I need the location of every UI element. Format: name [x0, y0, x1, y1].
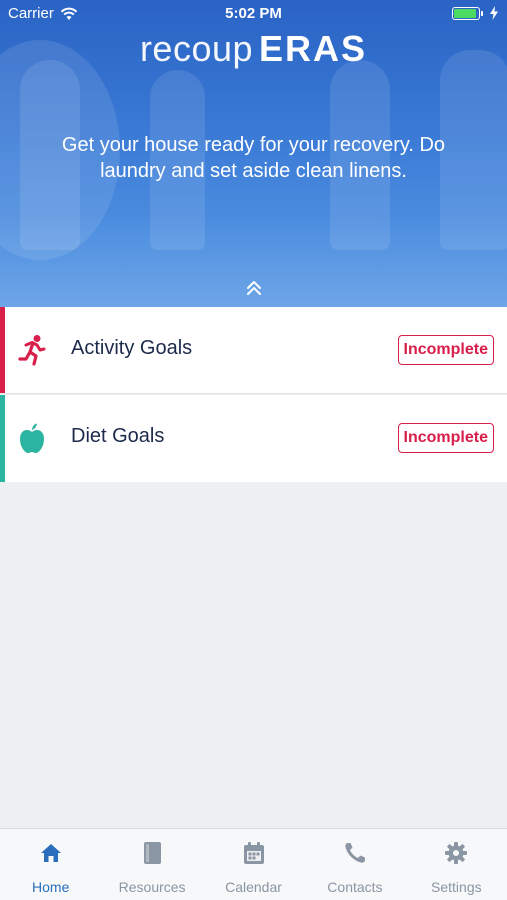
- tab-label: Calendar: [225, 879, 282, 895]
- tab-label: Contacts: [327, 879, 383, 895]
- status-time: 5:02 PM: [225, 5, 282, 22]
- tab-resources[interactable]: Resources: [101, 829, 202, 900]
- calendar-icon: [243, 842, 264, 864]
- logo-light-text: recoup: [139, 28, 254, 69]
- goal-accent-bar: [0, 395, 5, 482]
- goal-status-badge: Incomplete: [397, 335, 494, 365]
- tab-calendar[interactable]: Calendar: [203, 829, 304, 900]
- home-icon: [40, 844, 61, 862]
- app-logo: recoup ERAS: [0, 28, 507, 70]
- tab-contacts[interactable]: Contacts: [304, 829, 405, 900]
- goal-label: Activity Goals: [71, 337, 193, 359]
- battery-indicator: [452, 6, 499, 20]
- goal-accent-bar: [0, 307, 5, 393]
- tab-label: Resources: [118, 879, 186, 895]
- battery-icon: [452, 6, 483, 20]
- hero-message: Get your house ready for your recovery. …: [61, 134, 446, 182]
- goal-status-badge: Incomplete: [397, 423, 494, 453]
- charging-bolt-icon: [490, 6, 498, 20]
- tab-label: Settings: [431, 879, 482, 895]
- tab-label: Home: [32, 879, 70, 895]
- gear-icon: [445, 842, 468, 864]
- tab-settings[interactable]: Settings: [406, 829, 507, 900]
- goal-row-activity[interactable]: Activity Goals Incomplete: [0, 307, 507, 394]
- goal-row-diet[interactable]: Diet Goals Incomplete: [0, 395, 507, 482]
- logo-bold-text: ERAS: [259, 28, 368, 69]
- hero-banner: Carrier 5:02 PM recoup ERAS Get your hous…: [0, 0, 507, 307]
- tab-bar: Home Resources Calendar Contacts Setting…: [0, 828, 507, 900]
- tab-home[interactable]: Home: [0, 829, 101, 900]
- running-person-icon: [18, 335, 46, 366]
- double-chevron-up-icon[interactable]: [244, 278, 264, 298]
- apple-icon: [20, 423, 44, 453]
- phone-icon: [345, 843, 365, 863]
- book-icon: [144, 842, 162, 864]
- goal-label: Diet Goals: [71, 425, 165, 447]
- status-bar: Carrier 5:02 PM: [0, 0, 507, 28]
